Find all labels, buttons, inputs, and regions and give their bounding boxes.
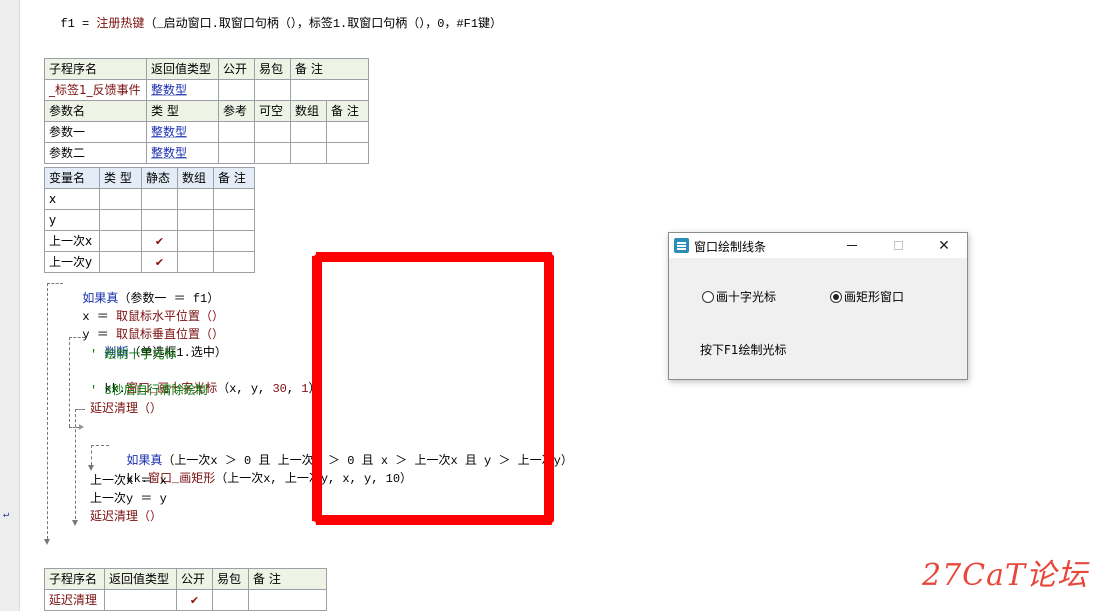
- flow-arrow-icon: [72, 520, 78, 526]
- flow-line: [47, 283, 63, 284]
- flow-arrow-icon: [44, 539, 50, 545]
- window-titlebar[interactable]: 窗口绘制线条 ✕: [669, 233, 967, 258]
- gutter-cursor-marker-icon: ↵: [3, 510, 10, 521]
- minimize-button[interactable]: [829, 233, 875, 258]
- code-comment-cross[interactable]: ' 绘制十字光标: [90, 347, 176, 363]
- col-easy-pkg: 易包: [254, 58, 291, 80]
- radio-crosshair[interactable]: 画十字光标: [702, 288, 776, 305]
- flow-line: [69, 337, 70, 427]
- code-line-hotkey[interactable]: f1 = 注册热键（_启动窗口.取窗口句柄（），标签1.取窗口句柄（），0，#F…: [46, 0, 502, 32]
- public-check-icon[interactable]: ✔: [176, 589, 213, 611]
- code-line-delay1[interactable]: 延迟清理（）: [90, 401, 162, 417]
- variable-table: 变量名 类 型 静态 数组 备 注 x y 上一次x ✔ 上一次y ✔: [44, 167, 255, 273]
- code-comment-clear[interactable]: ' 3秒后自行清除绘制: [90, 383, 208, 399]
- maximize-button[interactable]: [875, 233, 921, 258]
- flow-line: [75, 409, 76, 519]
- flow-line: [91, 445, 92, 465]
- flow-line: [47, 283, 48, 539]
- flow-line: [91, 445, 109, 446]
- hint-label: 按下F1绘制光标: [700, 343, 787, 357]
- maximize-icon: [893, 241, 903, 250]
- param-row[interactable]: 参数一 整数型: [44, 121, 369, 143]
- editor-gutter: ↵: [0, 0, 20, 611]
- window-title: 窗口绘制线条: [694, 240, 767, 254]
- subroutine-table: 子程序名 返回值类型 公开 易包 备 注 _标签1_反馈事件 整数型 参数名 类…: [44, 58, 369, 164]
- fn-register-hotkey: 注册热键: [96, 17, 145, 31]
- code-line-lastx[interactable]: 上一次x ＝ x: [90, 473, 167, 489]
- code-line-lasty[interactable]: 上一次y ＝ y: [90, 491, 167, 507]
- var-row[interactable]: 上一次y ✔: [44, 251, 255, 273]
- close-button[interactable]: ✕: [921, 233, 967, 258]
- var-row[interactable]: y: [44, 209, 255, 231]
- col-sub-name: 子程序名: [44, 58, 147, 80]
- var-row[interactable]: 上一次x ✔: [44, 230, 255, 252]
- sub-return-type-cell[interactable]: 整数型: [146, 79, 219, 101]
- flow-arrow-icon: [88, 465, 94, 471]
- draw-lines-window[interactable]: 窗口绘制线条 ✕ 画十字光标 画矩形窗口 按下F1绘制光标: [668, 232, 968, 380]
- col-public: 公开: [218, 58, 255, 80]
- sub-name-cell[interactable]: 延迟清理: [44, 589, 105, 611]
- flow-line: [69, 427, 79, 428]
- radio-checked-icon[interactable]: [830, 290, 842, 303]
- flow-line: [75, 409, 85, 410]
- sub-name-cell[interactable]: _标签1_反馈事件: [44, 79, 147, 101]
- col-return-type: 返回值类型: [146, 58, 219, 80]
- param-row[interactable]: 参数二 整数型: [44, 142, 369, 164]
- minimize-icon: [847, 245, 857, 246]
- flow-arrow-icon: [79, 424, 84, 430]
- radio-rectangle[interactable]: 画矩形窗口: [830, 288, 904, 305]
- forum-watermark-logo: 27CaT论坛: [922, 558, 1089, 593]
- app-icon: [674, 238, 689, 253]
- static-check-icon[interactable]: ✔: [141, 230, 178, 252]
- code-line-delay2[interactable]: 延迟清理（）: [90, 509, 162, 525]
- var-row[interactable]: x: [44, 188, 255, 210]
- static-check-icon[interactable]: ✔: [141, 251, 178, 273]
- radio-circle-icon[interactable]: [702, 290, 714, 303]
- col-remark: 备 注: [290, 58, 369, 80]
- drawn-red-rectangle: [312, 252, 554, 525]
- close-icon: ✕: [938, 237, 950, 254]
- var-f1: f1: [60, 17, 75, 31]
- subroutine-table-delay: 子程序名 返回值类型 公开 易包 备 注 延迟清理 ✔: [44, 568, 327, 611]
